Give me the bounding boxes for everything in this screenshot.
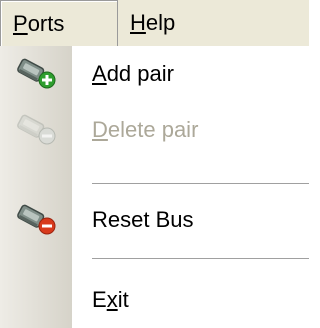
menu-help-mnemonic: H: [130, 10, 146, 35]
reset-bus-icon: [17, 204, 56, 235]
menu-ports-mnemonic: P: [13, 11, 28, 36]
menu-item-add-pair[interactable]: Add pair: [0, 46, 309, 102]
delete-pair-icon: [17, 114, 56, 145]
exit-label: Exit: [92, 287, 129, 312]
reset-bus-label: Reset Bus: [92, 207, 194, 232]
menu-separator: [92, 258, 309, 259]
menu-ports[interactable]: Ports: [0, 0, 118, 46]
add-pair-icon: [17, 58, 56, 89]
ports-dropdown-menu: Add pair Delete pair Reset Bus Exit: [0, 46, 309, 328]
menu-ports-suffix: orts: [27, 11, 65, 36]
menu-help[interactable]: Help: [118, 0, 185, 46]
menu-bar: Ports Help: [0, 0, 309, 47]
menu-item-reset-bus[interactable]: Reset Bus: [0, 192, 309, 248]
menu-item-delete-pair[interactable]: Delete pair: [0, 102, 309, 158]
menu-item-exit[interactable]: Exit: [0, 272, 309, 328]
menu-separator: [92, 183, 309, 184]
add-pair-label: Add pair: [92, 61, 174, 86]
menu-help-suffix: elp: [145, 10, 176, 35]
delete-pair-label: Delete pair: [92, 117, 199, 142]
